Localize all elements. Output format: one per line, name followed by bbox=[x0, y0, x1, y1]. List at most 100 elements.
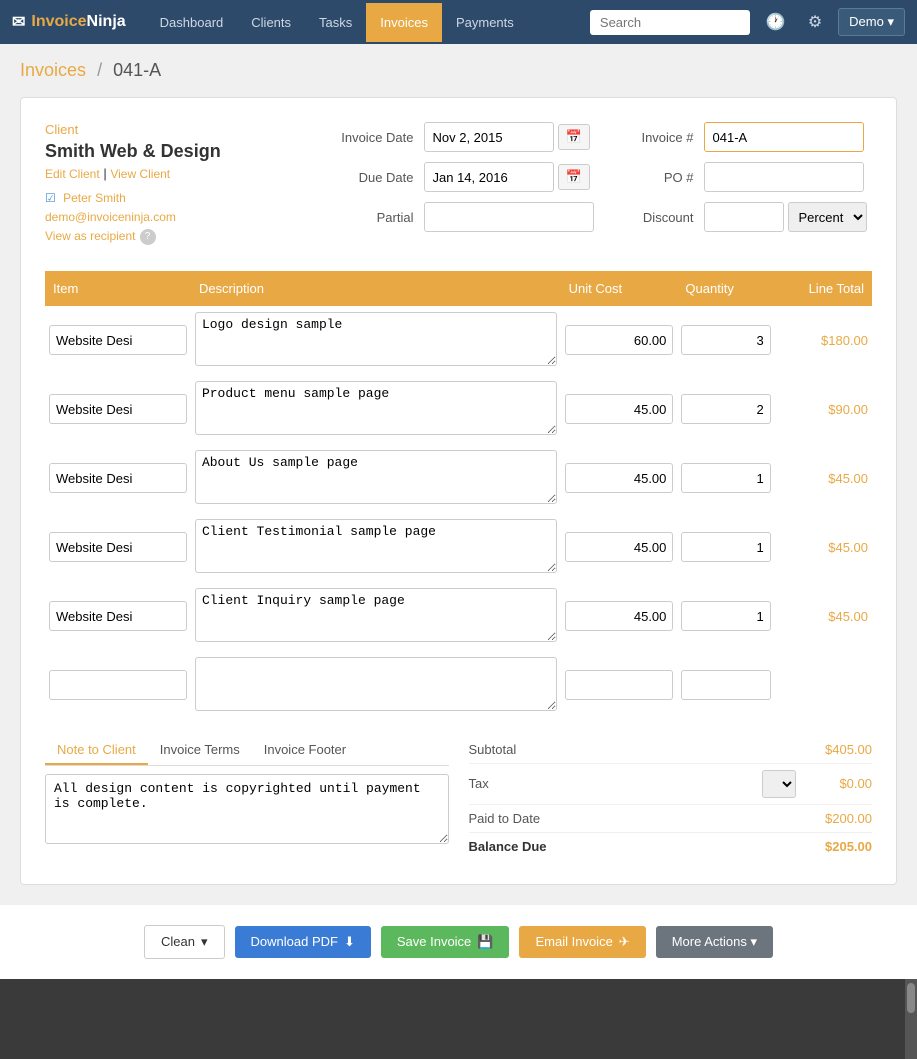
invoice-date-row: Invoice Date 📅 bbox=[324, 122, 594, 152]
scrollbar[interactable] bbox=[905, 979, 917, 1059]
more-actions-button[interactable]: More Actions ▾ bbox=[656, 926, 773, 958]
cost-input-5[interactable] bbox=[565, 670, 674, 700]
cell-qty-4 bbox=[677, 582, 774, 651]
client-section: Client Smith Web & Design Edit Client | … bbox=[45, 122, 304, 247]
subtotal-row: Subtotal $405.00 bbox=[469, 736, 873, 764]
contact-checkbox[interactable]: ☑ bbox=[45, 191, 56, 205]
tab-invoice-terms[interactable]: Invoice Terms bbox=[148, 736, 252, 765]
contact-email-link[interactable]: demo@invoiceninja.com bbox=[45, 210, 176, 224]
cell-cost-0 bbox=[561, 306, 678, 375]
item-input-3[interactable] bbox=[49, 532, 187, 562]
tab-note-to-client[interactable]: Note to Client bbox=[45, 736, 148, 765]
send-icon: ✈ bbox=[619, 934, 630, 950]
cell-qty-1 bbox=[677, 375, 774, 444]
item-input-5[interactable] bbox=[49, 670, 187, 700]
cell-qty-5 bbox=[677, 651, 774, 720]
clock-icon[interactable]: 🕐 bbox=[760, 8, 792, 36]
cell-desc-2: About Us sample page bbox=[191, 444, 561, 513]
nav-payments[interactable]: Payments bbox=[442, 3, 528, 42]
table-row: Product menu sample page $90.00 bbox=[45, 375, 872, 444]
nav-invoices[interactable]: Invoices bbox=[366, 3, 442, 42]
cell-item-0 bbox=[45, 306, 191, 375]
discount-input[interactable] bbox=[704, 202, 784, 232]
due-date-calendar-icon[interactable]: 📅 bbox=[558, 164, 590, 190]
due-date-input[interactable] bbox=[424, 162, 554, 192]
contact-name-link[interactable]: Peter Smith bbox=[63, 191, 126, 205]
cost-input-4[interactable] bbox=[565, 601, 674, 631]
table-row: Client Testimonial sample page $45.00 bbox=[45, 513, 872, 582]
qty-input-3[interactable] bbox=[681, 532, 770, 562]
po-input[interactable] bbox=[704, 162, 864, 192]
desc-textarea-5[interactable] bbox=[195, 657, 557, 711]
email-invoice-button[interactable]: Email Invoice ✈ bbox=[519, 926, 645, 958]
qty-input-5[interactable] bbox=[681, 670, 770, 700]
footer-buttons: Clean ▾ Download PDF ⬇ Save Invoice 💾 Em… bbox=[0, 905, 917, 979]
client-name: Smith Web & Design bbox=[45, 141, 304, 162]
download-pdf-button[interactable]: Download PDF ⬇ bbox=[235, 926, 371, 958]
help-icon[interactable]: ? bbox=[140, 229, 156, 245]
demo-menu-button[interactable]: Demo ▾ bbox=[838, 8, 905, 36]
invoice-date-input[interactable] bbox=[424, 122, 554, 152]
client-contact: ☑ Peter Smith demo@invoiceninja.com View… bbox=[45, 189, 304, 247]
cell-qty-2 bbox=[677, 444, 774, 513]
scrollbar-thumb bbox=[907, 983, 915, 1013]
due-date-wrap: 📅 bbox=[424, 162, 590, 192]
cell-item-5 bbox=[45, 651, 191, 720]
cell-total-3: $45.00 bbox=[775, 513, 872, 582]
nav-tasks[interactable]: Tasks bbox=[305, 3, 366, 42]
cell-total-5 bbox=[775, 651, 872, 720]
balance-value: $205.00 bbox=[802, 839, 872, 854]
partial-label: Partial bbox=[324, 210, 414, 225]
nav-clients[interactable]: Clients bbox=[237, 3, 305, 42]
item-input-1[interactable] bbox=[49, 394, 187, 424]
gear-icon[interactable]: ⚙ bbox=[802, 8, 828, 36]
cost-input-3[interactable] bbox=[565, 532, 674, 562]
cost-input-0[interactable] bbox=[565, 325, 674, 355]
paid-label: Paid to Date bbox=[469, 811, 803, 826]
cell-desc-4: Client Inquiry sample page bbox=[191, 582, 561, 651]
qty-input-1[interactable] bbox=[681, 394, 770, 424]
tax-value: $0.00 bbox=[802, 776, 872, 791]
desc-textarea-1[interactable]: Product menu sample page bbox=[195, 381, 557, 435]
cell-desc-0: Logo design sample bbox=[191, 306, 561, 375]
view-client-link[interactable]: View Client bbox=[110, 167, 170, 181]
nav-dashboard[interactable]: Dashboard bbox=[146, 3, 238, 42]
save-invoice-button[interactable]: Save Invoice 💾 bbox=[381, 926, 510, 958]
discount-wrap: Percent Amount bbox=[704, 202, 867, 232]
desc-textarea-3[interactable]: Client Testimonial sample page bbox=[195, 519, 557, 573]
view-recipient-wrap: View as recipient ? bbox=[45, 227, 304, 246]
clean-dropdown[interactable]: Clean ▾ bbox=[144, 925, 225, 959]
note-textarea[interactable]: All design content is copyrighted until … bbox=[45, 774, 449, 844]
invoice-date-calendar-icon[interactable]: 📅 bbox=[558, 124, 590, 150]
qty-input-2[interactable] bbox=[681, 463, 770, 493]
edit-client-link[interactable]: Edit Client bbox=[45, 167, 100, 181]
cell-item-1 bbox=[45, 375, 191, 444]
tax-select[interactable] bbox=[762, 770, 796, 798]
search-input[interactable] bbox=[590, 10, 750, 35]
email-invoice-label: Email Invoice bbox=[535, 934, 612, 949]
partial-input[interactable] bbox=[424, 202, 594, 232]
cost-input-2[interactable] bbox=[565, 463, 674, 493]
cell-item-4 bbox=[45, 582, 191, 651]
desc-textarea-2[interactable]: About Us sample page bbox=[195, 450, 557, 504]
qty-input-0[interactable] bbox=[681, 325, 770, 355]
item-input-2[interactable] bbox=[49, 463, 187, 493]
discount-type-select[interactable]: Percent Amount bbox=[788, 202, 867, 232]
invoice-date-label: Invoice Date bbox=[324, 130, 414, 145]
cost-input-1[interactable] bbox=[565, 394, 674, 424]
item-input-0[interactable] bbox=[49, 325, 187, 355]
cell-cost-3 bbox=[561, 513, 678, 582]
view-recipient-link[interactable]: View as recipient bbox=[45, 227, 136, 246]
breadcrumb-parent[interactable]: Invoices bbox=[20, 60, 86, 80]
client-contact-email: demo@invoiceninja.com bbox=[45, 208, 304, 227]
invoice-num-input[interactable] bbox=[704, 122, 864, 152]
download-pdf-label: Download PDF bbox=[251, 934, 338, 949]
invoice-num-row: Invoice # bbox=[614, 122, 873, 152]
qty-input-4[interactable] bbox=[681, 601, 770, 631]
desc-textarea-0[interactable]: Logo design sample bbox=[195, 312, 557, 366]
tab-invoice-footer[interactable]: Invoice Footer bbox=[252, 736, 358, 765]
cell-item-3 bbox=[45, 513, 191, 582]
cell-qty-0 bbox=[677, 306, 774, 375]
item-input-4[interactable] bbox=[49, 601, 187, 631]
desc-textarea-4[interactable]: Client Inquiry sample page bbox=[195, 588, 557, 642]
